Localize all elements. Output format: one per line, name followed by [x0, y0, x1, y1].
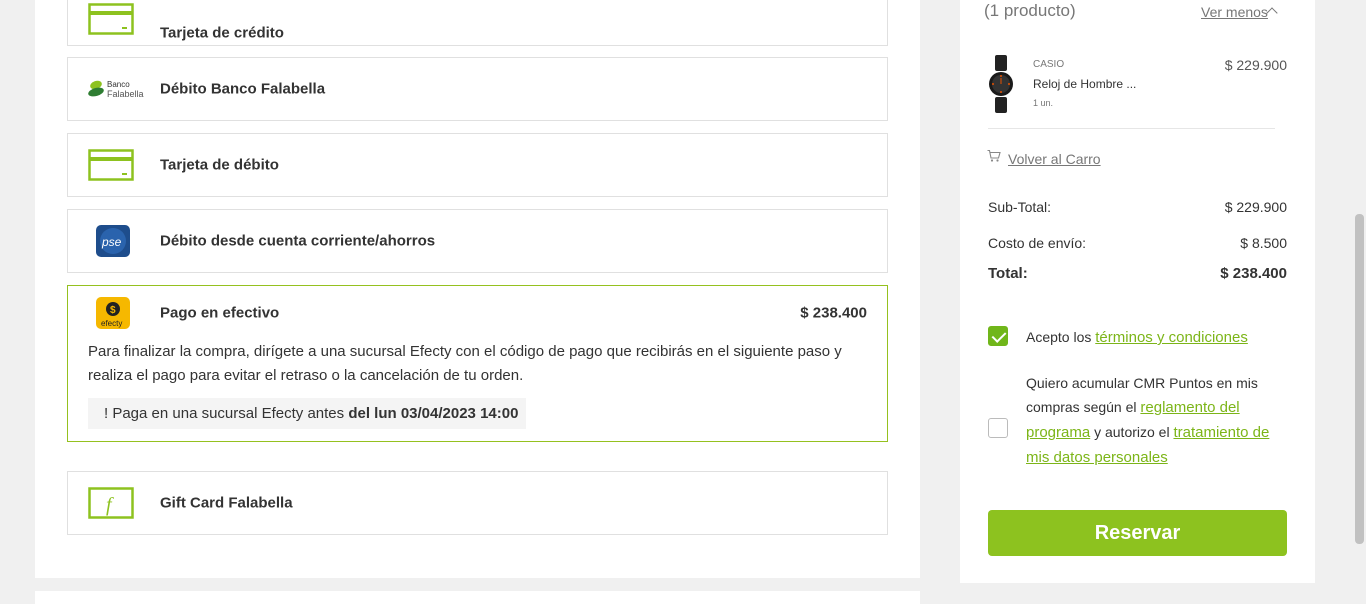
payment-method-debit-card[interactable]: Tarjeta de débito	[67, 133, 888, 197]
order-summary-panel: (1 producto) Ver menos CASIO Reloj de Ho…	[960, 0, 1315, 583]
payment-method-pse[interactable]: pse Débito desde cuenta corriente/ahorro…	[67, 209, 888, 273]
gift-card-icon: f	[88, 486, 150, 520]
subtotal-label: Sub-Total:	[988, 199, 1052, 215]
payment-method-credit-card[interactable]: Tarjeta de crédito	[67, 0, 888, 46]
cmr-points-checkbox[interactable]	[988, 418, 1008, 438]
payment-method-label: Tarjeta de débito	[160, 156, 279, 174]
payment-method-label: Tarjeta de crédito	[160, 24, 284, 42]
subtotal-value: $ 229.900	[1224, 199, 1287, 215]
back-to-cart-link[interactable]: Volver al Carro	[1008, 151, 1101, 167]
payment-method-label: Pago en efectivo	[160, 304, 280, 322]
payment-method-label: Débito Banco Falabella	[160, 80, 326, 98]
payment-method-efecty[interactable]: $ efecty Pago en efectivo $ 238.400 Para…	[67, 285, 888, 442]
svg-text:$: $	[110, 305, 116, 316]
ver-menos-link[interactable]: Ver menos	[1201, 4, 1268, 20]
cmr-points-text: Quiero acumular CMR Puntos en mis compra…	[1026, 371, 1286, 470]
pse-logo-text: pse	[101, 235, 122, 249]
efecty-logo: $ efecty	[96, 296, 158, 330]
cart-icon[interactable]	[987, 149, 1001, 163]
payment-method-amount: $ 238.400	[800, 304, 867, 322]
watch-product-image	[989, 55, 1013, 113]
shipping-label: Costo de envío:	[988, 235, 1087, 251]
terms-text: Acepto los términos y condiciones	[1026, 329, 1248, 346]
efecty-description: Para finalizar la compra, dirígete a una…	[88, 343, 842, 384]
product-quantity: 1 un.	[1033, 98, 1054, 108]
notice-text: ! Paga en una sucursal Efecty antes	[104, 405, 349, 422]
notice-deadline: del lun 03/04/2023 14:00	[348, 405, 519, 422]
payment-method-gift-card[interactable]: f Gift Card Falabella	[67, 471, 888, 535]
scrollbar[interactable]	[1352, 0, 1366, 604]
payment-methods-panel: Tarjeta de crédito Banco Falabella Débit…	[35, 0, 920, 578]
payment-method-banco-falabella[interactable]: Banco Falabella Débito Banco Falabella	[67, 57, 888, 121]
debit-card-icon	[88, 148, 150, 182]
banco-falabella-logo: Banco Falabella	[88, 72, 150, 106]
chevron-up-icon[interactable]	[1266, 7, 1278, 19]
total-label: Total:	[988, 265, 1028, 282]
terms-link[interactable]: términos y condiciones	[1095, 329, 1248, 346]
credit-card-icon	[88, 2, 150, 36]
terms-prefix: Acepto los	[1026, 329, 1096, 345]
banco-logo-line1: Banco	[107, 80, 130, 89]
pse-logo: pse	[96, 224, 158, 258]
product-count: (1 producto)	[984, 1, 1076, 20]
product-name[interactable]: Reloj de Hombre ...	[1033, 77, 1136, 91]
payment-method-label: Débito desde cuenta corriente/ahorros	[160, 232, 436, 250]
efecty-deadline-notice: ! Paga en una sucursal Efecty antes del …	[88, 398, 527, 429]
efecty-logo-text: efecty	[101, 319, 122, 328]
terms-checkbox[interactable]	[988, 326, 1008, 346]
next-section-panel	[35, 591, 920, 604]
divider	[988, 128, 1275, 129]
scrollbar-thumb[interactable]	[1355, 214, 1364, 544]
svg-text:f: f	[106, 494, 114, 516]
cmr-text-2: y autorizo el	[1090, 424, 1174, 440]
banco-logo-line2: Falabella	[107, 89, 144, 99]
reserve-button[interactable]: Reservar	[988, 510, 1287, 556]
shipping-value: $ 8.500	[1240, 235, 1287, 251]
product-price: $ 229.900	[1224, 57, 1287, 73]
total-value: $ 238.400	[1220, 265, 1287, 282]
payment-method-label: Gift Card Falabella	[160, 494, 293, 512]
product-brand: CASIO	[1033, 59, 1065, 70]
